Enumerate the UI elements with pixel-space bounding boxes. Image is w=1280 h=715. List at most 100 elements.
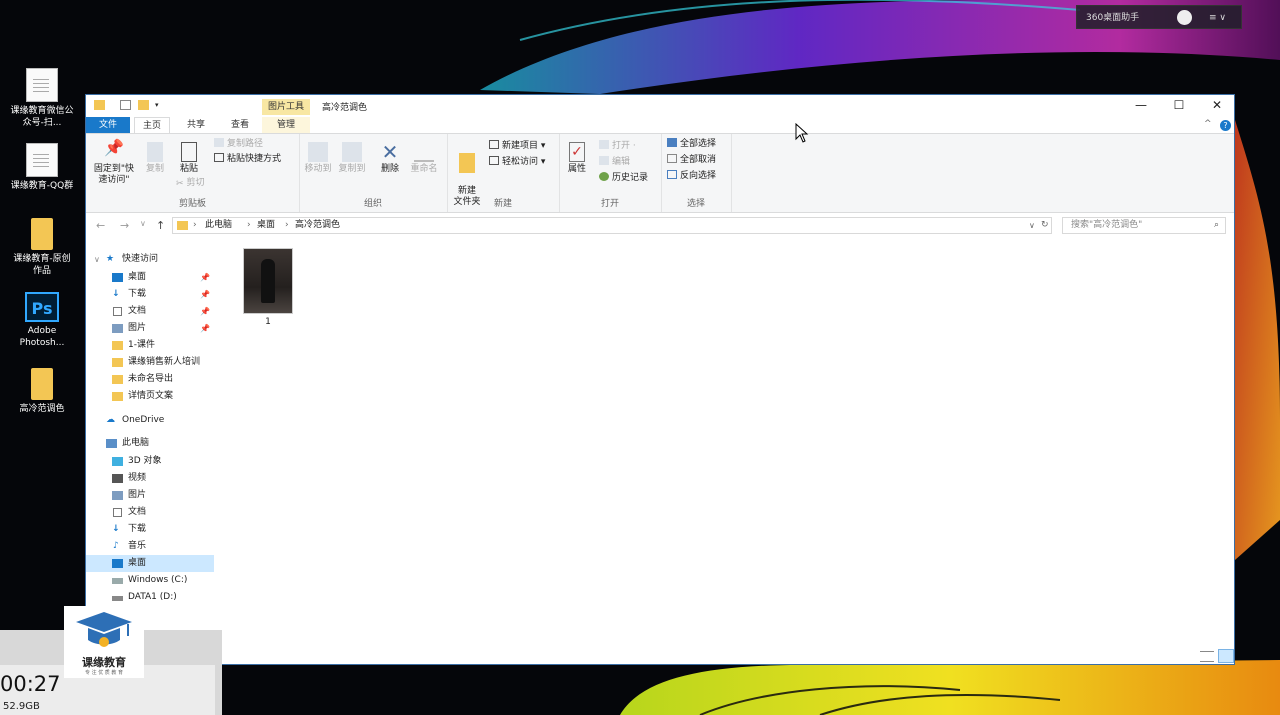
button-label: 轻松访问 ▾ (502, 157, 546, 167)
nav-onedrive[interactable]: ☁ OneDrive (86, 412, 214, 429)
nav-item-drive-c[interactable]: Windows (C:) (86, 572, 214, 589)
pin-to-quick-access-button[interactable]: 📌 固定到"快速访问" (90, 140, 138, 186)
minimize-button[interactable]: — (1126, 98, 1156, 112)
file-thumbnail[interactable] (243, 248, 293, 314)
nav-item-pc-desktop[interactable]: 桌面 (86, 555, 214, 572)
tab-share[interactable]: 共享 (178, 117, 214, 133)
invert-selection-button[interactable]: 反向选择 (667, 170, 716, 182)
paste-shortcut-button[interactable]: 粘贴快捷方式 (214, 153, 281, 165)
football-icon[interactable] (1177, 10, 1192, 25)
details-view-icon[interactable] (1200, 651, 1214, 662)
nav-label: 桌面 (128, 272, 147, 282)
nav-item-videos[interactable]: 视频 (86, 470, 214, 487)
select-none-button[interactable]: 全部取消 (667, 154, 716, 166)
edit-button[interactable]: 编辑 (599, 156, 630, 168)
mouse-cursor-icon (795, 123, 809, 143)
properties-button[interactable]: ✓ 属性 (561, 142, 593, 175)
desktop-icon-wechat-doc[interactable]: 课缘教育微信公众号-扫... (10, 68, 74, 129)
copy-path-button[interactable]: 复制路径 (214, 138, 263, 150)
breadcrumb-separator-icon[interactable]: › (247, 218, 251, 233)
nav-item-pc-documents[interactable]: 文档 (86, 504, 214, 521)
nav-item-downloads[interactable]: ↓ 下载 📌 (86, 286, 214, 303)
nav-item-desktop[interactable]: 桌面 📌 (86, 269, 214, 286)
forward-arrow-icon[interactable]: → (120, 219, 129, 232)
maximize-button[interactable]: ☐ (1164, 98, 1194, 112)
document-icon (113, 508, 122, 517)
quick-access-dropdown-icon[interactable]: ▾ (155, 100, 166, 110)
file-name[interactable]: 1 (243, 317, 293, 327)
nav-item-pc-downloads[interactable]: ↓ 下载 (86, 521, 214, 538)
group-label: 打开 (600, 199, 619, 209)
nav-this-pc[interactable]: 此电脑 (86, 435, 214, 452)
collapse-chevron-icon[interactable]: ∨ (94, 251, 100, 268)
desktop-icon-qq-doc[interactable]: 课缘教育-QQ群 (10, 143, 74, 192)
large-icons-view-icon[interactable] (1218, 649, 1234, 663)
breadcrumb-this-pc[interactable]: 此电脑 (205, 218, 232, 233)
nav-item-folder-1[interactable]: 1-课件 (86, 337, 214, 354)
select-all-button[interactable]: 全部选择 (667, 138, 716, 150)
nav-item-folder-3[interactable]: 未命名导出 (86, 371, 214, 388)
back-arrow-icon[interactable]: ← (96, 219, 105, 232)
paste-button[interactable]: 粘贴 (174, 142, 204, 175)
invert-selection-icon (667, 170, 677, 179)
breadcrumb-separator-icon[interactable]: › (193, 218, 197, 233)
pin-icon: 📌 (200, 324, 210, 333)
search-box[interactable]: 搜索"高冷范调色" ⌕ (1062, 217, 1226, 234)
nav-item-folder-4[interactable]: 详情页文案 (86, 388, 214, 405)
menu-icon[interactable]: ≡ ∨ (1209, 6, 1226, 30)
new-item-button[interactable]: 新建项目 ▾ (489, 140, 545, 152)
document-icon (26, 143, 58, 177)
open-button[interactable]: 打开 · (599, 140, 636, 152)
easy-access-button[interactable]: 轻松访问 ▾ (489, 156, 545, 168)
tab-view[interactable]: 查看 (222, 117, 258, 133)
breadcrumb-current-folder[interactable]: 高冷范调色 (295, 218, 340, 233)
breadcrumb-separator-icon[interactable]: › (285, 218, 289, 233)
collapse-ribbon-icon[interactable]: ^ (1204, 119, 1212, 129)
nav-quick-access[interactable]: ∨ ★ 快速访问 (86, 251, 214, 268)
address-dropdown-icon[interactable]: ∨ (1029, 218, 1035, 233)
desktop-icon-photoshop[interactable]: Ps Adobe Photosh... (10, 292, 74, 349)
nav-item-pc-pictures[interactable]: 图片 (86, 487, 214, 504)
nav-label: 下载 (128, 289, 147, 299)
nav-item-drive-d[interactable]: DATA1 (D:) (86, 589, 214, 606)
up-arrow-icon[interactable]: ↑ (156, 219, 165, 232)
delete-button[interactable]: ✕ 删除 (375, 142, 405, 175)
tab-home[interactable]: 主页 (134, 117, 170, 133)
nav-item-music[interactable]: ♪ 音乐 (86, 538, 214, 555)
folder-icon (112, 341, 123, 350)
history-button[interactable]: 历史记录 (599, 172, 648, 184)
nav-item-pictures[interactable]: 图片 📌 (86, 320, 214, 337)
tab-file[interactable]: 文件 (86, 117, 130, 133)
cut-button[interactable]: ✂ 剪切 (176, 177, 205, 189)
windows-drive-icon (112, 578, 123, 584)
nav-item-3d-objects[interactable]: 3D 对象 (86, 453, 214, 470)
copy-button[interactable]: 复制 (140, 142, 170, 175)
desktop-icon-gaolengfan-folder[interactable]: 高冷范调色 (10, 368, 74, 415)
nav-label: 下载 (128, 524, 147, 534)
rename-button[interactable]: 重命名 (407, 142, 441, 175)
tab-manage[interactable]: 管理 (262, 117, 310, 133)
breadcrumb-desktop[interactable]: 桌面 (257, 218, 275, 233)
new-folder-quick-icon[interactable] (138, 100, 149, 110)
properties-quick-icon[interactable] (120, 100, 131, 110)
video-icon (112, 474, 123, 483)
recent-locations-chevron-icon[interactable]: ∨ (140, 219, 146, 228)
nav-item-folder-2[interactable]: 课缘销售新人培训 (86, 354, 214, 371)
move-to-button[interactable]: 移动到 (301, 142, 335, 175)
nav-item-documents[interactable]: 文档 📌 (86, 303, 214, 320)
close-button[interactable]: ✕ (1202, 98, 1232, 112)
desktop-assistant-widget[interactable]: 360桌面助手 ≡ ∨ (1076, 5, 1242, 29)
refresh-icon[interactable]: ↻ (1041, 218, 1049, 233)
nav-label: 详情页文案 (128, 391, 174, 401)
button-label: 复制到 (338, 164, 366, 174)
address-bar[interactable]: › 此电脑 › 桌面 › 高冷范调色 ∨ ↻ (172, 217, 1052, 234)
photo-subject (261, 259, 275, 303)
paste-shortcut-icon (214, 153, 224, 162)
title-bar[interactable]: ▾ 图片工具 高冷范调色 — ☐ ✕ (86, 95, 1234, 117)
nav-label: 文档 (128, 507, 147, 517)
help-icon[interactable]: ? (1220, 120, 1231, 131)
copy-to-button[interactable]: 复制到 (335, 142, 369, 175)
button-label: 移动到 (304, 164, 332, 174)
desktop-icon-original-folder[interactable]: 课缘教育-原创作品 (10, 218, 74, 277)
button-label: 粘贴快捷方式 (227, 154, 282, 164)
